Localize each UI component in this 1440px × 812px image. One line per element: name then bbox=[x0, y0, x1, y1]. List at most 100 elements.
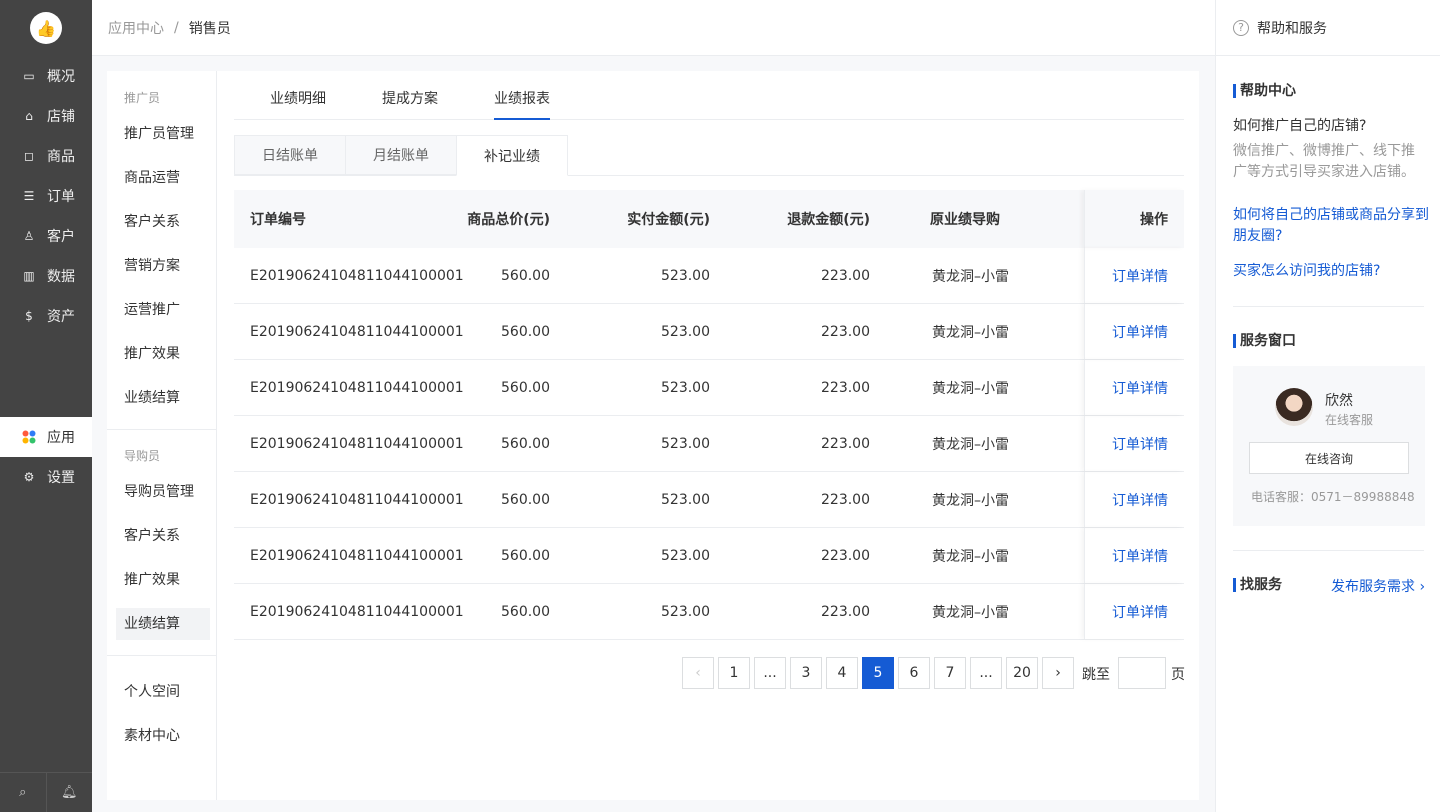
total-price-cell: 560.00 bbox=[501, 435, 550, 452]
total-price-cell: 560.00 bbox=[501, 323, 550, 340]
table-row: E20190624104811044100001 560.00 523.00 2… bbox=[234, 584, 1184, 640]
order-detail-link[interactable]: 订单详情 bbox=[1112, 322, 1168, 342]
page-ellipsis[interactable]: ... bbox=[754, 657, 786, 689]
page-button[interactable]: 20 bbox=[1006, 657, 1038, 689]
order-detail-link[interactable]: 订单详情 bbox=[1112, 434, 1168, 454]
sidebar-item-apps[interactable]: 应用 bbox=[0, 417, 92, 457]
sidebar-bottom-bar: ⌕ 🔔︎ bbox=[0, 772, 92, 812]
subnav-item[interactable]: 客户关系 bbox=[124, 211, 180, 231]
sidebar-item-label: 应用 bbox=[47, 430, 75, 446]
search-icon[interactable]: ⌕ bbox=[0, 773, 46, 812]
original-guide-cell: 黄龙洞–小雷 bbox=[932, 492, 1009, 509]
phone-service: 电话客服：0571－89988848 bbox=[1251, 490, 1415, 504]
help-link[interactable]: 买家怎么访问我的店铺? bbox=[1233, 261, 1429, 282]
original-guide-cell: 黄龙洞–小雷 bbox=[932, 268, 1009, 285]
page-button[interactable]: 7 bbox=[934, 657, 966, 689]
logo[interactable]: 👍 bbox=[30, 12, 62, 44]
refund-amount-cell: 223.00 bbox=[821, 267, 870, 284]
subnav-item[interactable]: 客户关系 bbox=[124, 525, 180, 545]
prev-page-button[interactable]: ‹ bbox=[682, 657, 714, 689]
bag-icon: ◻ bbox=[24, 149, 34, 163]
next-page-button[interactable]: › bbox=[1042, 657, 1074, 689]
column-header: 退款金额(元) bbox=[787, 212, 870, 228]
refund-amount-cell: 223.00 bbox=[821, 491, 870, 508]
service-window-title: 服务窗口 bbox=[1233, 334, 1296, 348]
subnav-item[interactable]: 商品运营 bbox=[124, 167, 180, 187]
help-question: 如何推广自己的店铺? bbox=[1233, 118, 1367, 134]
tab-daily-bill[interactable]: 日结账单 bbox=[234, 135, 346, 175]
subnav-item[interactable]: 个人空间 bbox=[124, 681, 180, 701]
sidebar-item-label: 概况 bbox=[47, 69, 75, 85]
tab-commission-plan[interactable]: 提成方案 bbox=[382, 88, 438, 108]
sidebar-item-label: 资产 bbox=[47, 309, 75, 325]
primary-tabs: 业绩明细 提成方案 业绩报表 bbox=[234, 71, 1184, 120]
paid-amount-cell: 523.00 bbox=[661, 547, 710, 564]
table-header: 订单编号 商品总价(元) 实付金额(元) 退款金额(元) 原业绩导购 操作 bbox=[234, 190, 1184, 248]
sidebar-item-overview[interactable]: ▭ 概况 bbox=[0, 56, 92, 96]
divider bbox=[1233, 550, 1424, 551]
breadcrumb-app-center[interactable]: 应用中心 bbox=[108, 18, 164, 38]
publish-service-link[interactable]: 发布服务需求 › bbox=[1331, 576, 1425, 596]
sidebar-item-label: 订单 bbox=[47, 189, 75, 205]
main-sidebar: 👍 ▭ 概况 ⌂ 店铺 ◻ 商品 ☰ 订单 ♙ 客户 ▥ 数据 $ 资产 应用 ⚙ 设置 ⌕ 🔔… bbox=[0, 0, 92, 812]
chevron-right-icon: › bbox=[1419, 579, 1426, 595]
refund-amount-cell: 223.00 bbox=[821, 547, 870, 564]
tab-performance-report[interactable]: 业绩报表 bbox=[494, 88, 550, 120]
order-detail-link[interactable]: 订单详情 bbox=[1112, 378, 1168, 398]
breadcrumb-current: 销售员 bbox=[188, 20, 231, 37]
sidebar-item-orders[interactable]: ☰ 订单 bbox=[0, 176, 92, 216]
tab-monthly-bill[interactable]: 月结账单 bbox=[345, 135, 457, 175]
sidebar-item-settings[interactable]: ⚙ 设置 bbox=[0, 457, 92, 497]
tab-performance-detail[interactable]: 业绩明细 bbox=[270, 88, 326, 108]
table-row: E20190624104811044100001 560.00 523.00 2… bbox=[234, 360, 1184, 416]
sidebar-item-store[interactable]: ⌂ 店铺 bbox=[0, 96, 92, 136]
subnav-item[interactable]: 业绩结算 bbox=[124, 387, 180, 407]
page-button-current[interactable]: 5 bbox=[862, 657, 894, 689]
page-button[interactable]: 6 bbox=[898, 657, 930, 689]
user-icon: ♙ bbox=[23, 229, 35, 243]
agent-name: 欣然 bbox=[1325, 393, 1353, 409]
sidebar-item-label: 数据 bbox=[47, 269, 75, 285]
subnav-item-active[interactable]: 业绩结算 bbox=[116, 608, 210, 640]
page-button[interactable]: 3 bbox=[790, 657, 822, 689]
page-ellipsis[interactable]: ... bbox=[970, 657, 1002, 689]
subnav-item[interactable]: 推广效果 bbox=[124, 343, 180, 363]
subnav-item[interactable]: 运营推广 bbox=[124, 299, 180, 319]
find-service-title: 找服务 bbox=[1233, 578, 1282, 592]
sidebar-item-data[interactable]: ▥ 数据 bbox=[0, 256, 92, 296]
total-price-cell: 560.00 bbox=[501, 379, 550, 396]
page-button[interactable]: 1 bbox=[718, 657, 750, 689]
order-detail-link[interactable]: 订单详情 bbox=[1112, 546, 1168, 566]
subnav-item[interactable]: 营销方案 bbox=[124, 255, 180, 275]
sidebar-item-customers[interactable]: ♙ 客户 bbox=[0, 216, 92, 256]
sidebar-item-label: 店铺 bbox=[47, 109, 75, 125]
page-button[interactable]: 4 bbox=[826, 657, 858, 689]
subnav-group-title: 导购员 bbox=[124, 449, 161, 463]
main-panel: 业绩明细 提成方案 业绩报表 日结账单 月结账单 补记业绩 订单编号 商品总价(… bbox=[234, 71, 1185, 800]
money-icon: $ bbox=[25, 309, 33, 323]
order-detail-link[interactable]: 订单详情 bbox=[1112, 266, 1168, 286]
action-cell: 订单详情 bbox=[1084, 416, 1184, 471]
subnav-item[interactable]: 素材中心 bbox=[124, 725, 180, 745]
chevron-left-icon: ‹ bbox=[695, 665, 701, 681]
subnav-item[interactable]: 导购员管理 bbox=[124, 481, 194, 501]
subnav-item[interactable]: 推广员管理 bbox=[124, 123, 194, 143]
order-detail-link[interactable]: 订单详情 bbox=[1112, 602, 1168, 622]
order-number-cell: E20190624104811044100001 bbox=[250, 435, 464, 452]
table-row: E20190624104811044100001 560.00 523.00 2… bbox=[234, 416, 1184, 472]
column-header: 实付金额(元) bbox=[627, 212, 710, 228]
online-consult-button[interactable]: 在线咨询 bbox=[1249, 442, 1409, 474]
original-guide-cell: 黄龙洞–小雷 bbox=[932, 604, 1009, 621]
total-price-cell: 560.00 bbox=[501, 547, 550, 564]
order-detail-link[interactable]: 订单详情 bbox=[1112, 490, 1168, 510]
sidebar-item-assets[interactable]: $ 资产 bbox=[0, 296, 92, 336]
paid-amount-cell: 523.00 bbox=[661, 603, 710, 620]
sidebar-item-goods[interactable]: ◻ 商品 bbox=[0, 136, 92, 176]
subnav-item[interactable]: 推广效果 bbox=[124, 569, 180, 589]
dashboard-icon: ▭ bbox=[23, 69, 35, 83]
jump-page-input[interactable] bbox=[1118, 657, 1166, 689]
help-link[interactable]: 如何将自己的店铺或商品分享到朋友圈? bbox=[1233, 205, 1429, 247]
tab-supplement-performance[interactable]: 补记业绩 bbox=[456, 135, 568, 176]
original-guide-cell: 黄龙洞–小雷 bbox=[932, 380, 1009, 397]
bell-icon[interactable]: 🔔︎ bbox=[45, 773, 93, 812]
